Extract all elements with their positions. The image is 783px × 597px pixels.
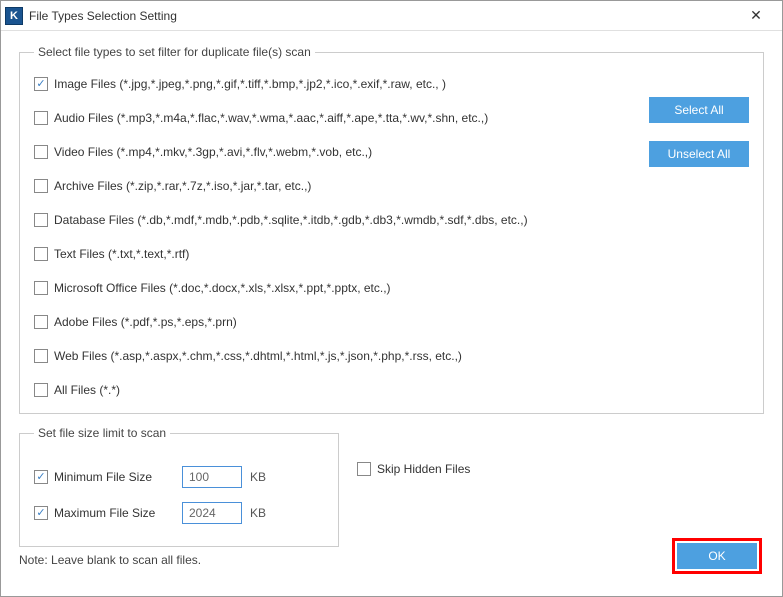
min-size-checkbox[interactable] <box>34 470 48 484</box>
file-size-legend: Set file size limit to scan <box>34 426 170 440</box>
skip-hidden-row: Skip Hidden Files <box>357 426 470 476</box>
file-types-group: Select file types to set filter for dupl… <box>19 45 764 414</box>
file-type-label: Database Files (*.db,*.mdf,*.mdb,*.pdb,*… <box>54 213 528 227</box>
file-type-label: Archive Files (*.zip,*.rar,*.7z,*.iso,*.… <box>54 179 311 193</box>
file-types-actions: Select All Unselect All <box>649 71 749 167</box>
min-size-row: Minimum File Size KB <box>34 466 324 488</box>
file-type-checkbox[interactable] <box>34 247 48 261</box>
close-button[interactable]: ✕ <box>736 2 776 30</box>
titlebar: K File Types Selection Setting ✕ <box>1 1 782 31</box>
file-type-checkbox[interactable] <box>34 315 48 329</box>
file-type-label: Microsoft Office Files (*.doc,*.docx,*.x… <box>54 281 391 295</box>
file-type-checkbox[interactable] <box>34 383 48 397</box>
file-type-label: All Files (*.*) <box>54 383 120 397</box>
file-type-label: Text Files (*.txt,*.text,*.rtf) <box>54 247 189 261</box>
max-size-input[interactable] <box>182 502 242 524</box>
ok-button-highlight: OK <box>672 538 762 574</box>
content-area: Select file types to set filter for dupl… <box>1 31 782 583</box>
file-type-row: Text Files (*.txt,*.text,*.rtf) <box>34 247 637 261</box>
unselect-all-button[interactable]: Unselect All <box>649 141 749 167</box>
min-size-label: Minimum File Size <box>54 470 152 484</box>
file-type-row: Archive Files (*.zip,*.rar,*.7z,*.iso,*.… <box>34 179 637 193</box>
app-icon: K <box>5 7 23 25</box>
file-type-row: Web Files (*.asp,*.aspx,*.chm,*.css,*.dh… <box>34 349 637 363</box>
file-type-checkbox[interactable] <box>34 179 48 193</box>
file-size-group: Set file size limit to scan Minimum File… <box>19 426 339 547</box>
file-type-row: All Files (*.*) <box>34 383 637 397</box>
file-type-row: Microsoft Office Files (*.doc,*.docx,*.x… <box>34 281 637 295</box>
window-title: File Types Selection Setting <box>29 9 736 23</box>
min-size-input[interactable] <box>182 466 242 488</box>
skip-hidden-checkbox[interactable] <box>357 462 371 476</box>
max-size-label: Maximum File Size <box>54 506 155 520</box>
max-size-unit: KB <box>250 506 266 520</box>
file-type-row: Audio Files (*.mp3,*.m4a,*.flac,*.wav,*.… <box>34 111 637 125</box>
file-type-checkbox[interactable] <box>34 349 48 363</box>
file-type-label: Video Files (*.mp4,*.mkv,*.3gp,*.avi,*.f… <box>54 145 372 159</box>
file-type-row: Video Files (*.mp4,*.mkv,*.3gp,*.avi,*.f… <box>34 145 637 159</box>
file-type-label: Image Files (*.jpg,*.jpeg,*.png,*.gif,*.… <box>54 77 446 91</box>
file-types-legend: Select file types to set filter for dupl… <box>34 45 315 59</box>
file-type-row: Adobe Files (*.pdf,*.ps,*.eps,*.prn) <box>34 315 637 329</box>
note-text: Note: Leave blank to scan all files. <box>19 553 764 567</box>
file-type-label: Adobe Files (*.pdf,*.ps,*.eps,*.prn) <box>54 315 237 329</box>
skip-hidden-label: Skip Hidden Files <box>377 462 470 476</box>
file-type-checkbox[interactable] <box>34 111 48 125</box>
file-type-checkbox[interactable] <box>34 77 48 91</box>
file-type-label: Audio Files (*.mp3,*.m4a,*.flac,*.wav,*.… <box>54 111 488 125</box>
max-size-checkbox[interactable] <box>34 506 48 520</box>
file-type-checkbox[interactable] <box>34 145 48 159</box>
file-type-label: Web Files (*.asp,*.aspx,*.chm,*.css,*.dh… <box>54 349 462 363</box>
file-type-row: Image Files (*.jpg,*.jpeg,*.png,*.gif,*.… <box>34 77 637 91</box>
ok-button[interactable]: OK <box>677 543 757 569</box>
close-icon: ✕ <box>750 7 762 24</box>
file-type-checkbox[interactable] <box>34 281 48 295</box>
file-type-row: Database Files (*.db,*.mdf,*.mdb,*.pdb,*… <box>34 213 637 227</box>
file-type-checkbox[interactable] <box>34 213 48 227</box>
select-all-button[interactable]: Select All <box>649 97 749 123</box>
file-types-list: Image Files (*.jpg,*.jpeg,*.png,*.gif,*.… <box>34 71 637 403</box>
min-size-unit: KB <box>250 470 266 484</box>
max-size-row: Maximum File Size KB <box>34 502 324 524</box>
